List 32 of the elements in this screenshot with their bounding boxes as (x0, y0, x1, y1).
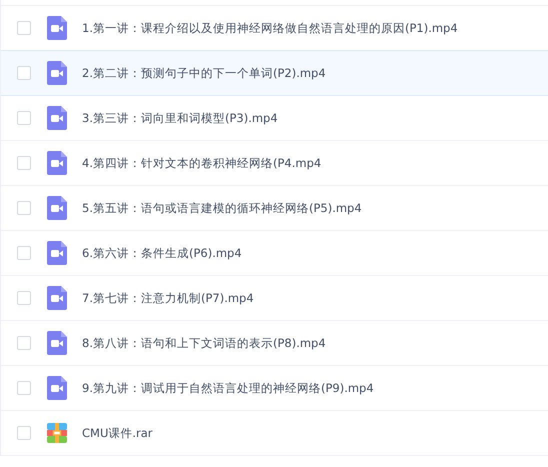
video-file-icon (47, 61, 67, 85)
video-file-icon (47, 151, 67, 175)
file-name[interactable]: 3.第三讲：词向里和词模型(P3).mp4 (82, 110, 278, 126)
file-row[interactable]: CMU课件.rar (1, 410, 548, 456)
file-name[interactable]: 9.第九讲：调试用于自然语言处理的神经网络(P9).mp4 (82, 380, 374, 396)
archive-file-icon (47, 423, 67, 443)
file-name[interactable]: 8.第八讲：语句和上下文词语的表示(P8).mp4 (82, 336, 326, 350)
file-name[interactable]: 2.第二讲：预测句子中的下一个单词(P2).mp4 (82, 66, 326, 80)
checkbox[interactable] (17, 336, 31, 350)
checkbox[interactable] (17, 21, 31, 35)
checkbox[interactable] (17, 156, 31, 170)
video-file-icon (47, 331, 67, 355)
checkbox[interactable] (17, 426, 31, 440)
checkbox[interactable] (17, 66, 31, 80)
video-file-icon (47, 196, 67, 220)
file-name[interactable]: 1.第一讲：课程介绍以及使用神经网络做自然语言处理的原因(P1).mp4 (82, 20, 458, 36)
video-file-icon (47, 106, 67, 130)
video-file-icon (47, 241, 67, 265)
checkbox[interactable] (17, 246, 31, 260)
checkbox[interactable] (17, 381, 31, 395)
video-file-icon (47, 376, 67, 400)
checkbox[interactable] (17, 291, 31, 305)
video-file-icon (47, 16, 67, 40)
file-name[interactable]: 7.第七讲：注意力机制(P7).mp4 (82, 290, 254, 306)
video-file-icon (47, 286, 67, 310)
checkbox[interactable] (17, 111, 31, 125)
file-name[interactable]: 6.第六讲：条件生成(P6).mp4 (82, 246, 242, 260)
file-name[interactable]: 4.第四讲：针对文本的卷积神经网络(P4.mp4 (82, 156, 322, 170)
checkbox[interactable] (17, 201, 31, 215)
file-name[interactable]: 5.第五讲：语句或语言建模的循环神经网络(P5).mp4 (82, 200, 362, 216)
file-row[interactable]: 2.第二讲：预测句子中的下一个单词(P2).mp4 (1, 50, 548, 95)
file-name[interactable]: CMU课件.rar (82, 426, 153, 440)
